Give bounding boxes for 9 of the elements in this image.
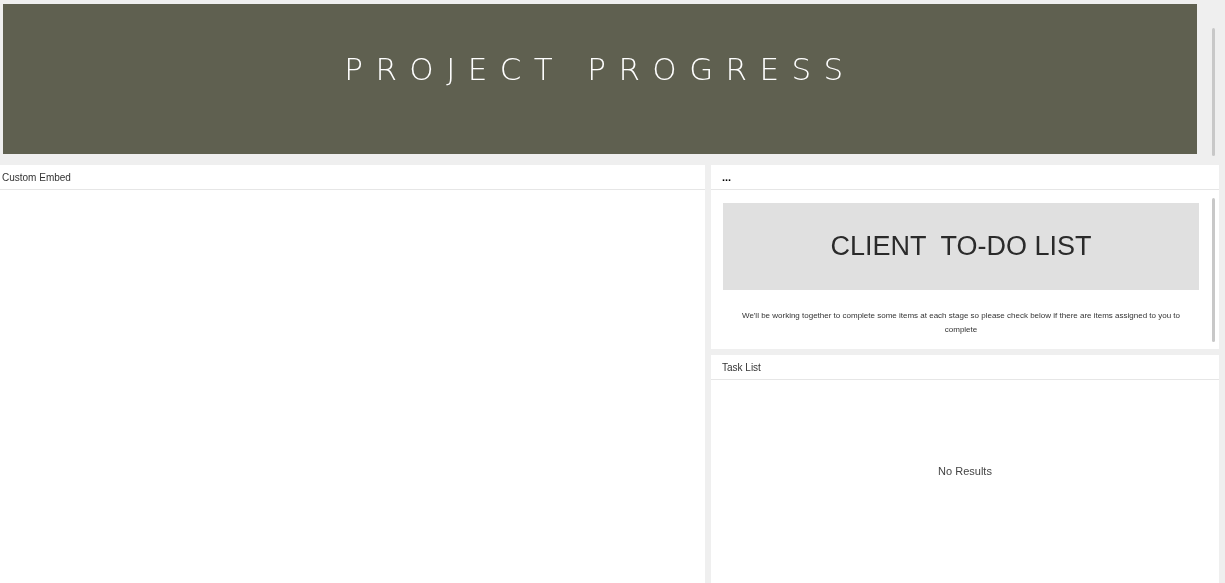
- todo-description: We'll be working together to complete some items at each stage so please check below if there are items assigned to you to complete: [740, 310, 1182, 336]
- empty-message: No Results: [938, 464, 992, 480]
- panel-title: Custom Embed: [2, 170, 71, 185]
- scrollbar[interactable]: [1211, 28, 1215, 156]
- banner-title: PROJECT PROGRESS: [344, 49, 856, 89]
- panel-title: Task List: [722, 360, 761, 375]
- scrollbar[interactable]: [1211, 198, 1215, 342]
- todo-heading: CLIENT TO-DO LIST: [830, 230, 1092, 264]
- panel-title: ...: [722, 169, 732, 185]
